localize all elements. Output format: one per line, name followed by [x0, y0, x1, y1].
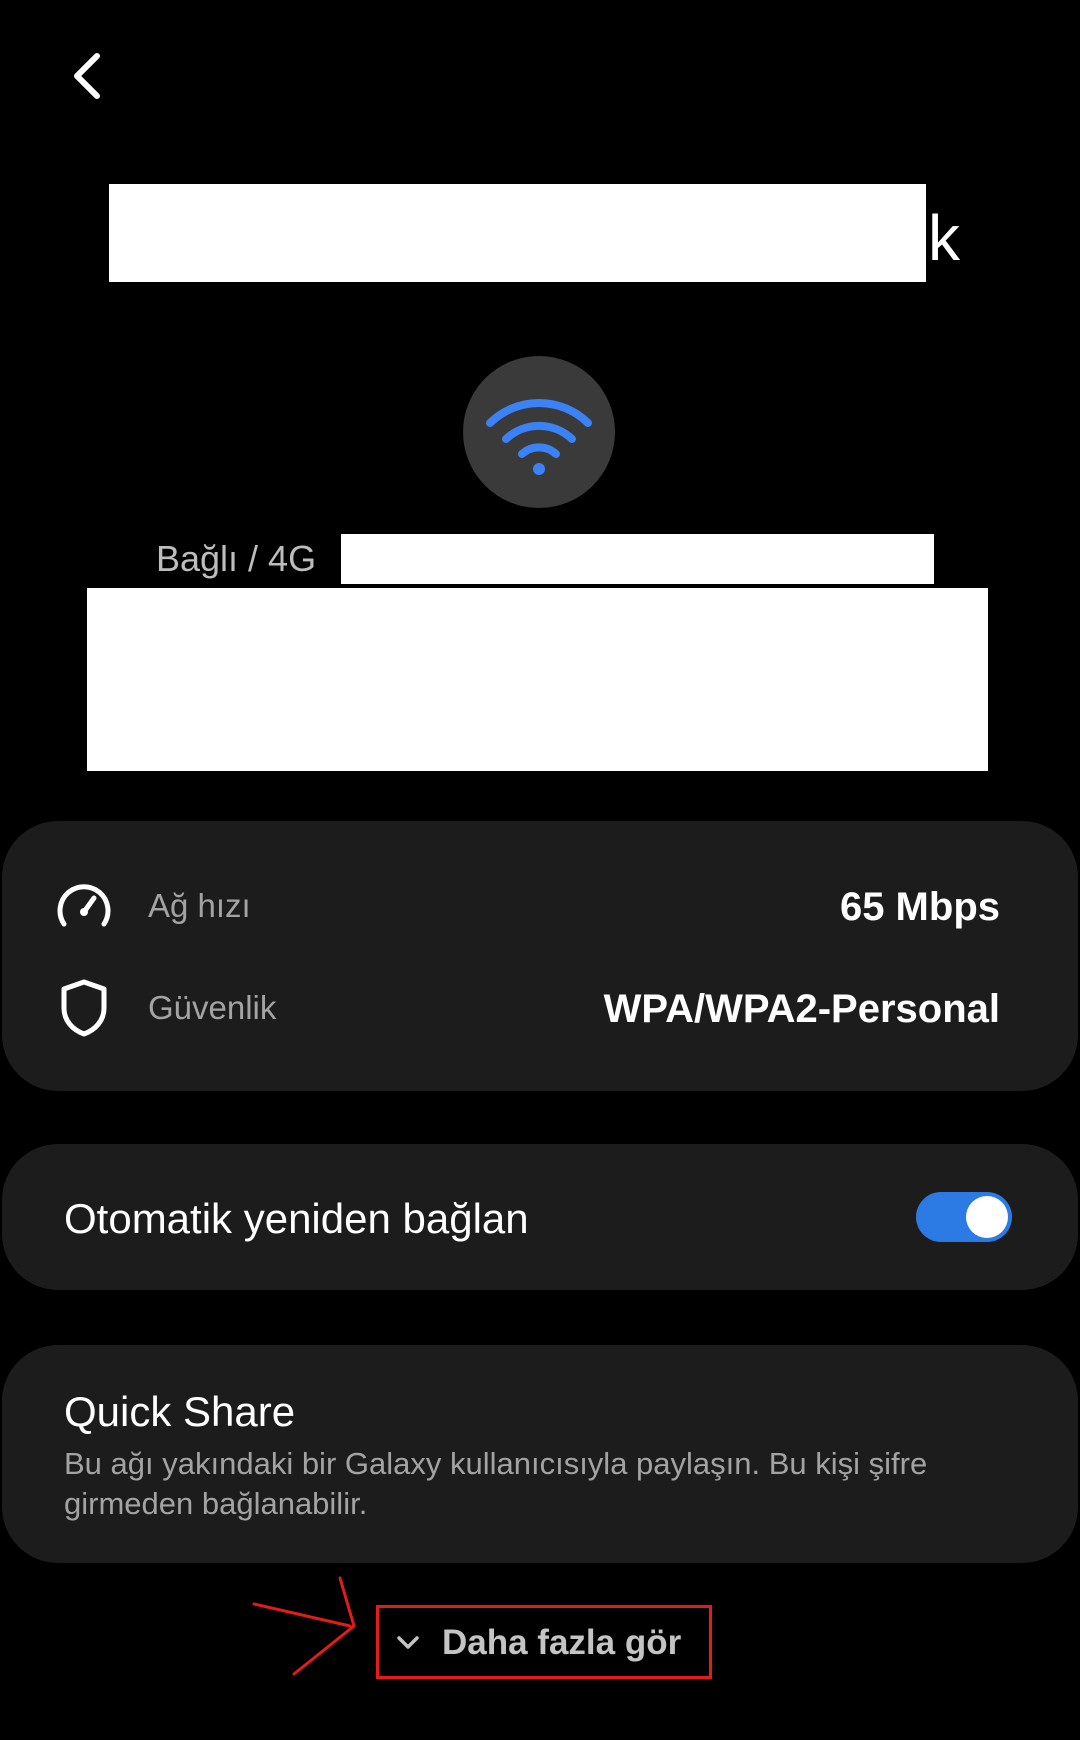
network-details-card: [2, 821, 1078, 1091]
wifi-status-badge: [463, 356, 615, 508]
network-name-redaction: [109, 184, 926, 282]
see-more-button[interactable]: Daha fazla gör: [396, 1612, 681, 1674]
network-name-suffix: k: [928, 202, 960, 274]
info-redaction: [87, 588, 988, 771]
connection-status: Bağlı / 4G: [156, 538, 317, 579]
annotation-arrow-icon: [252, 1576, 356, 1676]
auto-reconnect-label: Otomatik yeniden bağlan: [64, 1195, 529, 1242]
security-label: Güvenlik: [148, 989, 277, 1026]
quick-share-description: Bu ağı yakındaki bir Galaxy kullanıcısıy…: [64, 1446, 928, 1521]
chevron-down-icon: [397, 1636, 419, 1649]
toggle-knob: [966, 1196, 1008, 1238]
status-redaction: [341, 534, 934, 584]
back-button[interactable]: [56, 40, 116, 112]
shield-icon: [52, 976, 116, 1040]
chevron-left-icon: [74, 53, 100, 99]
security-value: WPA/WPA2-Personal: [603, 987, 1000, 1031]
network-speed-value: 65 Mbps: [839, 885, 1000, 929]
quick-share-title: Quick Share: [64, 1388, 296, 1435]
see-more-label: Daha fazla gör: [442, 1623, 682, 1662]
auto-reconnect-toggle[interactable]: [916, 1192, 1012, 1242]
wifi-icon: [486, 398, 592, 475]
speedometer-icon: [52, 874, 116, 938]
network-speed-label: Ağ hızı: [148, 887, 251, 924]
